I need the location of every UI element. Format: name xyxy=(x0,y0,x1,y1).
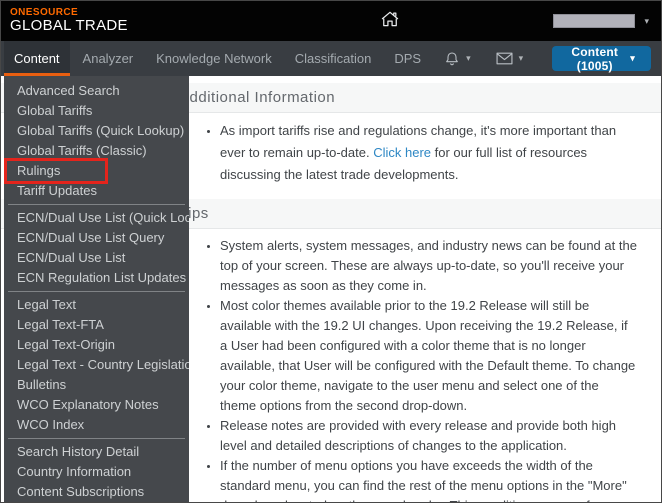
user-account-menu[interactable]: ▾ xyxy=(553,1,649,41)
menu-item-search-history-detail[interactable]: Search History Detail xyxy=(4,442,189,462)
content-button-caret-down-icon: ▾ xyxy=(630,53,635,63)
menu-item-legal-text[interactable]: Legal Text xyxy=(4,295,189,315)
tab-dps[interactable]: DPS xyxy=(384,41,431,76)
main-navbar: Content Analyzer Knowledge Network Class… xyxy=(1,41,661,76)
messages-caret-down-icon: ▾ xyxy=(518,53,524,63)
list-item: Release notes are provided with every re… xyxy=(220,416,637,456)
menu-item-bulletins[interactable]: Bulletins xyxy=(4,375,189,395)
list-item: If the number of menu options you have e… xyxy=(220,456,637,502)
menu-divider xyxy=(8,291,185,292)
menu-item-ecn-dual-use-list-query[interactable]: ECN/Dual Use List Query xyxy=(4,228,189,248)
menu-item-country-information[interactable]: Country Information xyxy=(4,462,189,482)
menu-divider xyxy=(8,438,185,439)
menu-item-global-tariffs-quick-lookup[interactable]: Global Tariffs (Quick Lookup) xyxy=(4,121,189,141)
menu-item-rulings[interactable]: Rulings xyxy=(4,161,189,181)
menu-item-content-subscriptions[interactable]: Content Subscriptions xyxy=(4,482,189,502)
list-item: As import tariffs rise and regulations c… xyxy=(220,120,637,186)
notifications-caret-down-icon: ▾ xyxy=(466,53,471,63)
bell-icon xyxy=(446,51,458,65)
menu-item-advanced-search[interactable]: Advanced Search xyxy=(4,81,189,101)
click-here-link[interactable]: Click here xyxy=(373,145,431,160)
menu-item-ecn-dual-use-list[interactable]: ECN/Dual Use List xyxy=(4,248,189,268)
user-caret-down-icon: ▾ xyxy=(644,15,649,26)
menu-item-ecn-dual-use-list-quick-lookup[interactable]: ECN/Dual Use List (Quick Lookup) xyxy=(4,208,189,228)
menu-item-wco-index[interactable]: WCO Index xyxy=(4,415,189,435)
list-item: Most color themes available prior to the… xyxy=(220,296,637,416)
app-window: ONESOURCE GLOBAL TRADE ▾ Content Analyze… xyxy=(0,0,662,503)
menu-item-ecn-regulation-list-updates[interactable]: ECN Regulation List Updates xyxy=(4,268,189,288)
tab-classification[interactable]: Classification xyxy=(285,41,382,76)
user-name-redacted xyxy=(553,14,636,28)
menu-item-global-tariffs-classic[interactable]: Global Tariffs (Classic) xyxy=(4,141,189,161)
menu-item-legal-text-country-legislation[interactable]: Legal Text - Country Legislation xyxy=(4,355,189,375)
brand-global-trade: GLOBAL TRADE xyxy=(10,17,128,35)
menu-item-legal-text-origin[interactable]: Legal Text-Origin xyxy=(4,335,189,355)
tab-knowledge-network[interactable]: Knowledge Network xyxy=(146,41,282,76)
menu-item-global-tariffs[interactable]: Global Tariffs xyxy=(4,101,189,121)
messages-menu[interactable]: ▾ xyxy=(486,52,534,65)
content-count-label: Content (1005) xyxy=(571,44,619,73)
top-bar: ONESOURCE GLOBAL TRADE ▾ xyxy=(1,1,661,41)
menu-item-legal-text-fta[interactable]: Legal Text-FTA xyxy=(4,315,189,335)
list-item: System alerts, system messages, and indu… xyxy=(220,236,637,296)
brand-logo: ONESOURCE GLOBAL TRADE xyxy=(1,7,128,35)
nav-icon-area: ▾ ▾ Content (1005) ▾ xyxy=(434,41,661,76)
content-count-button[interactable]: Content (1005) ▾ xyxy=(552,44,651,73)
tab-analyzer[interactable]: Analyzer xyxy=(73,41,144,76)
menu-item-tariff-updates[interactable]: Tariff Updates xyxy=(4,181,189,201)
menu-item-wco-explanatory-notes[interactable]: WCO Explanatory Notes xyxy=(4,395,189,415)
tab-content[interactable]: Content xyxy=(4,41,70,76)
envelope-icon xyxy=(496,52,513,65)
menu-divider xyxy=(8,204,185,205)
notifications-menu[interactable]: ▾ xyxy=(434,51,481,67)
content-dropdown-menu: Advanced Search Global Tariffs Global Ta… xyxy=(4,76,189,502)
home-icon[interactable] xyxy=(380,9,400,29)
